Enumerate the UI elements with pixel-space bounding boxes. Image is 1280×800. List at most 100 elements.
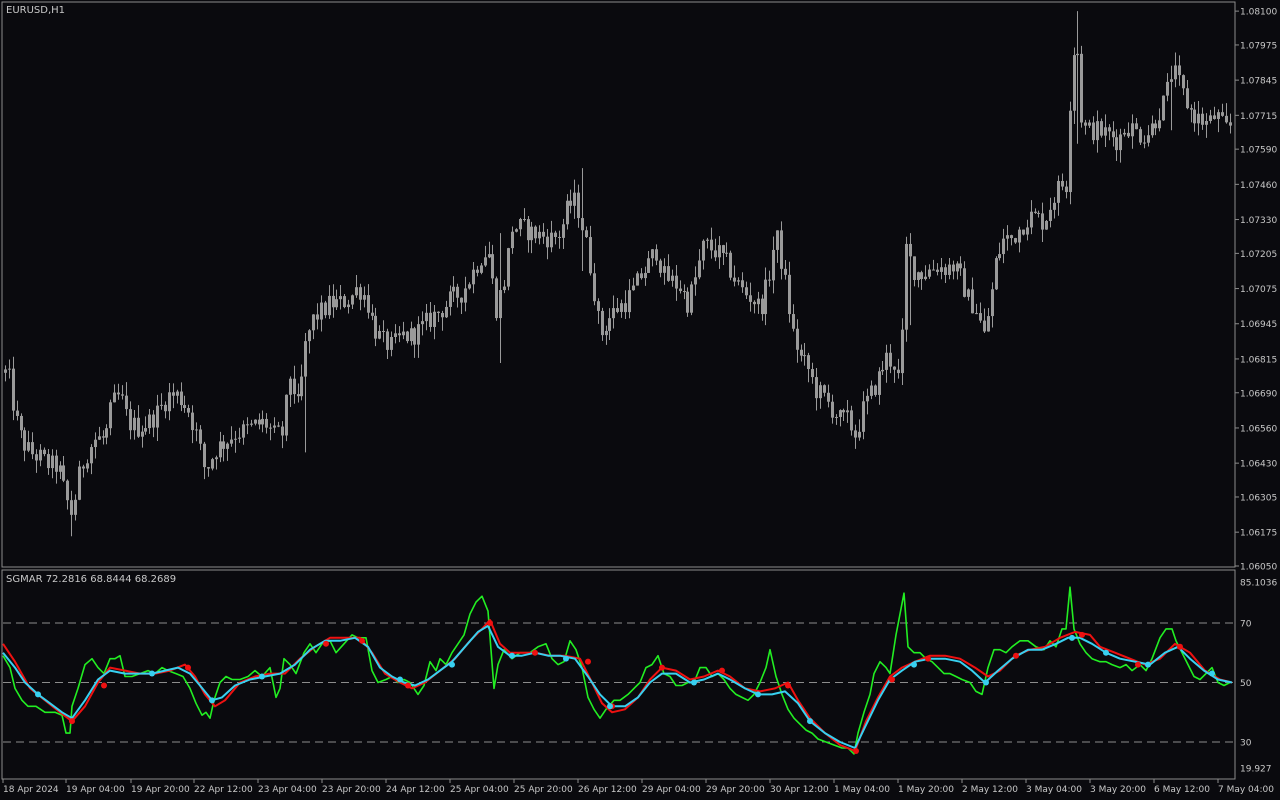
candle-body <box>827 392 830 402</box>
candle-body <box>1018 229 1021 243</box>
signal-dot-cyan <box>449 661 455 668</box>
candle-body <box>488 254 491 258</box>
price-tick-label: 1.06945 <box>1240 320 1277 330</box>
signal-dot-cyan <box>35 691 41 698</box>
candle-body <box>180 391 183 406</box>
candle-body <box>679 288 682 292</box>
candle-body <box>1158 120 1161 129</box>
price-tick-label: 1.07590 <box>1240 146 1277 156</box>
candle-body <box>839 410 842 417</box>
candle-body <box>831 401 834 418</box>
indicator-title: SGMAR 72.2816 68.8444 68.2689 <box>6 574 176 585</box>
candle-body <box>152 414 155 428</box>
candle-body <box>8 368 11 370</box>
price-tick-label: 1.07075 <box>1240 285 1277 295</box>
signal-dot-cyan <box>1103 649 1109 656</box>
candle-body <box>1186 88 1189 109</box>
candle-body <box>480 265 483 273</box>
candle-body <box>1002 238 1005 255</box>
price-tick-label: 1.07205 <box>1240 250 1277 260</box>
candle-body <box>987 316 990 332</box>
candle-body <box>659 260 662 273</box>
symbol-title: EURUSD,H1 <box>6 5 65 16</box>
time-tick-label: 1 May 04:00 <box>834 785 890 795</box>
candle-body <box>339 296 342 300</box>
candle-body <box>796 328 799 350</box>
candle-body <box>671 275 674 281</box>
candle-body <box>874 385 877 395</box>
candle-body <box>959 263 962 269</box>
candle-body <box>846 410 849 413</box>
candle-body <box>1006 235 1009 239</box>
signal-dot-cyan <box>397 676 403 683</box>
candle-body <box>394 333 397 337</box>
time-tick-label: 1 May 20:00 <box>898 785 954 795</box>
candle-body <box>70 500 73 515</box>
signal-dot-cyan <box>983 679 989 686</box>
candle-body <box>1182 75 1185 89</box>
candle-body <box>530 226 533 241</box>
candle-body <box>733 277 736 282</box>
signal-dot-red <box>359 637 365 644</box>
time-tick-label: 26 Apr 12:00 <box>578 785 637 795</box>
candle-body <box>800 349 803 356</box>
candle-body <box>94 439 97 448</box>
candle-body <box>675 275 678 289</box>
candle-body <box>1014 238 1017 243</box>
candle-body <box>620 303 623 312</box>
price-tick-label: 1.07715 <box>1240 112 1277 122</box>
candle-body <box>195 429 198 431</box>
candle-body <box>991 289 994 317</box>
candle-body <box>35 454 38 461</box>
price-tick-label: 1.07330 <box>1240 216 1277 226</box>
candle-body <box>304 341 307 377</box>
candle-body <box>1154 123 1157 129</box>
candle-body <box>948 264 951 275</box>
candle-body <box>932 269 935 271</box>
candle-body <box>441 312 444 318</box>
candle-body <box>137 417 140 437</box>
candle-body <box>289 378 292 395</box>
candle-body <box>1037 212 1040 214</box>
candle-body <box>823 385 826 393</box>
candle-body <box>121 394 124 396</box>
indicator-tick-label: 85.1036 <box>1240 579 1277 589</box>
signal-dot-red <box>1177 643 1183 650</box>
candle-body <box>43 449 46 455</box>
candle-body <box>351 295 354 305</box>
time-tick-label: 30 Apr 12:00 <box>770 785 829 795</box>
candle-body <box>967 289 970 297</box>
candle-body <box>608 318 611 331</box>
candle-body <box>601 310 604 336</box>
time-tick-label: 19 Apr 20:00 <box>131 785 190 795</box>
signal-dot-cyan <box>1069 634 1075 641</box>
signal-dot-cyan <box>509 652 515 659</box>
candle-body <box>1147 135 1150 143</box>
candle-body <box>20 415 23 431</box>
candle-body <box>129 409 132 431</box>
candle-body <box>956 263 959 272</box>
candle-body <box>402 331 405 336</box>
candle-body <box>764 279 767 315</box>
candle-body <box>640 273 643 279</box>
signal-dot-red <box>889 676 895 683</box>
signal-dot-cyan <box>1145 661 1151 668</box>
candle-body <box>1045 220 1048 230</box>
candle-body <box>242 424 245 438</box>
background <box>0 0 1280 800</box>
candle-body <box>624 303 627 313</box>
candle-body <box>952 264 955 272</box>
candle-body <box>995 258 998 290</box>
candle-body <box>772 249 775 281</box>
candle-body <box>156 405 159 428</box>
indicator-tick-label: 50 <box>1240 679 1252 689</box>
candle-body <box>1069 110 1072 193</box>
time-tick-label: 25 Apr 04:00 <box>450 785 509 795</box>
time-tick-label: 22 Apr 12:00 <box>194 785 253 795</box>
candle-body <box>176 391 179 396</box>
candle-body <box>456 286 459 298</box>
candle-body <box>850 410 853 431</box>
price-tick-label: 1.06305 <box>1240 493 1277 503</box>
candle-body <box>803 355 806 357</box>
candle-body <box>265 418 268 428</box>
